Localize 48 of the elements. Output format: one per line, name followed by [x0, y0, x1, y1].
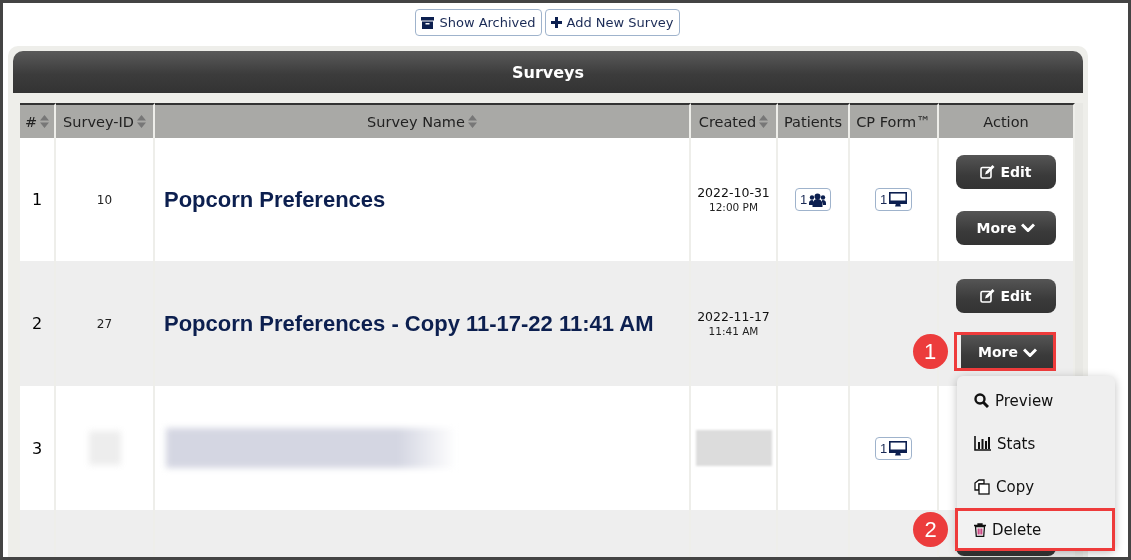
- created-timestamp: 2022-10-31 12:00 PM: [697, 185, 770, 214]
- patients-count-button[interactable]: 1: [794, 188, 832, 211]
- column-header: CP Form™: [850, 103, 939, 138]
- more-button[interactable]: More: [960, 335, 1055, 369]
- menu-item[interactable]: Preview: [957, 379, 1115, 422]
- survey-id: 27: [96, 316, 113, 331]
- more-button[interactable]: More: [956, 210, 1056, 245]
- edit-icon: [980, 164, 996, 179]
- column-header: Patients: [778, 103, 850, 138]
- monitor-icon: [889, 192, 908, 207]
- survey-name: Popcorn Preferences - Copy 11-17-22 11:41 AM: [164, 310, 654, 337]
- sort-icon: [759, 115, 769, 128]
- column-header: Action: [939, 103, 1075, 138]
- show-archived-button[interactable]: Show Archived: [415, 9, 542, 36]
- menu-item[interactable]: Copy: [957, 465, 1115, 508]
- sort-icon: [136, 115, 146, 128]
- chevron-down-icon: [1021, 223, 1036, 232]
- column-header[interactable]: Survey-ID: [56, 103, 155, 138]
- column-header[interactable]: Created: [691, 103, 778, 138]
- row-number: 1: [31, 190, 43, 209]
- chevron-down-icon: [1022, 347, 1037, 357]
- monitor-icon: [889, 440, 908, 456]
- plus-icon: [550, 17, 562, 28]
- created-timestamp: 2022-11-17 11:41 AM: [697, 309, 770, 338]
- panel-header: Surveys: [13, 51, 1083, 93]
- users-icon: [809, 192, 827, 207]
- row-number: 3: [31, 438, 43, 458]
- cp-form-count-button[interactable]: 1: [874, 436, 913, 460]
- survey-name: Popcorn Preferences: [164, 186, 386, 213]
- trash-icon: [974, 522, 986, 537]
- archive-box-icon: [421, 16, 435, 29]
- add-survey-button[interactable]: Add New Survey: [544, 9, 680, 36]
- column-header[interactable]: #: [20, 103, 56, 138]
- edit-icon: [980, 289, 996, 303]
- table-cell: [778, 510, 850, 557]
- row-number: 2: [31, 314, 43, 333]
- cp-form-count-button[interactable]: 1: [874, 188, 913, 211]
- search-icon: [974, 393, 989, 408]
- bar-chart-icon: [974, 436, 991, 451]
- edit-button[interactable]: Edit: [956, 279, 1056, 313]
- menu-item[interactable]: Delete: [955, 508, 1115, 551]
- copy-icon: [974, 478, 990, 495]
- menu-item[interactable]: Stats: [957, 422, 1115, 465]
- column-header[interactable]: Survey Name: [155, 103, 691, 138]
- sort-icon: [467, 115, 477, 128]
- survey-id: 10: [96, 192, 113, 207]
- sort-icon: [40, 115, 50, 128]
- edit-button[interactable]: Edit: [956, 154, 1056, 189]
